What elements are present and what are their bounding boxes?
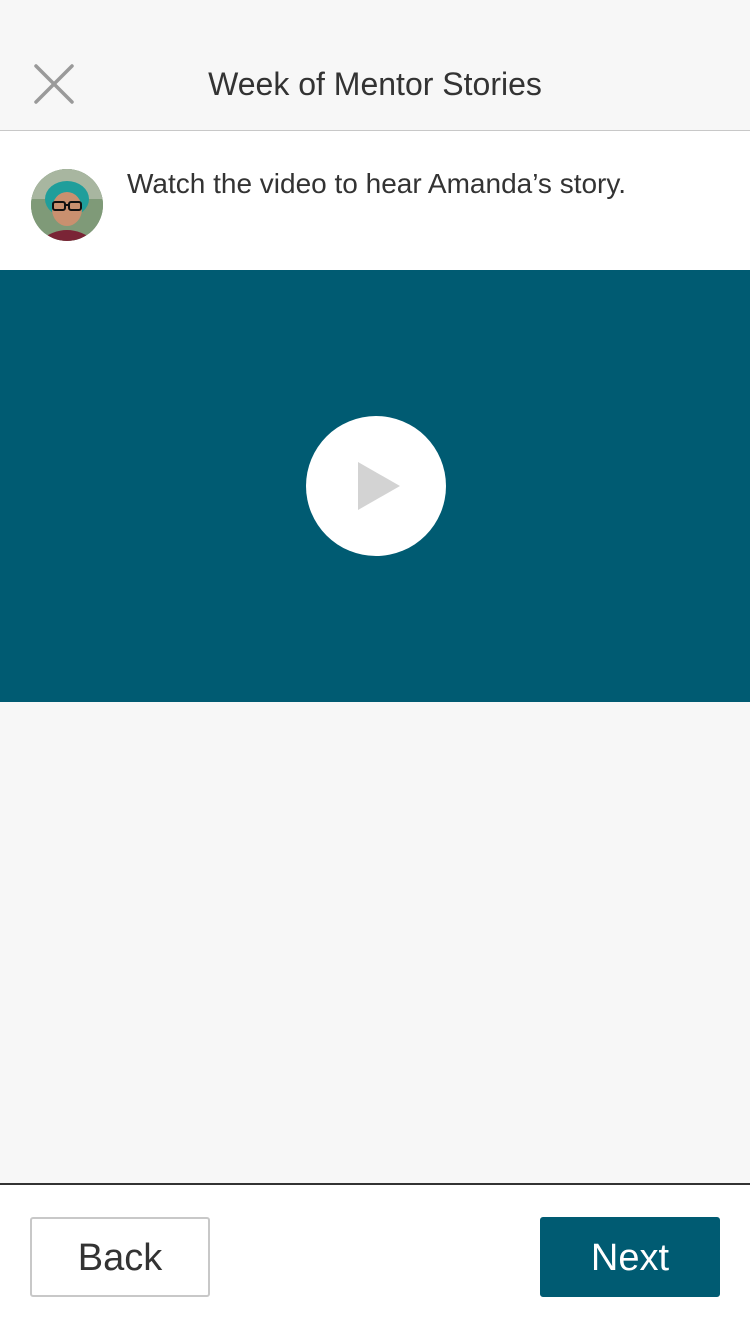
play-icon: [358, 462, 400, 510]
video-player[interactable]: [0, 270, 750, 702]
page-title: Week of Mentor Stories: [208, 66, 542, 102]
play-button[interactable]: [306, 416, 446, 556]
page: Week of Mentor Stories Watch the video t…: [0, 0, 750, 1334]
intro-text: Watch the video to hear Amanda’s story.: [127, 168, 627, 199]
intro-row: Watch the video to hear Amanda’s story.: [0, 131, 750, 270]
next-button[interactable]: Next: [540, 1217, 720, 1297]
top-bar: Week of Mentor Stories: [0, 0, 750, 131]
avatar: [31, 169, 103, 241]
back-button[interactable]: Back: [30, 1217, 210, 1297]
footer-bar: Back Next: [0, 1183, 750, 1334]
